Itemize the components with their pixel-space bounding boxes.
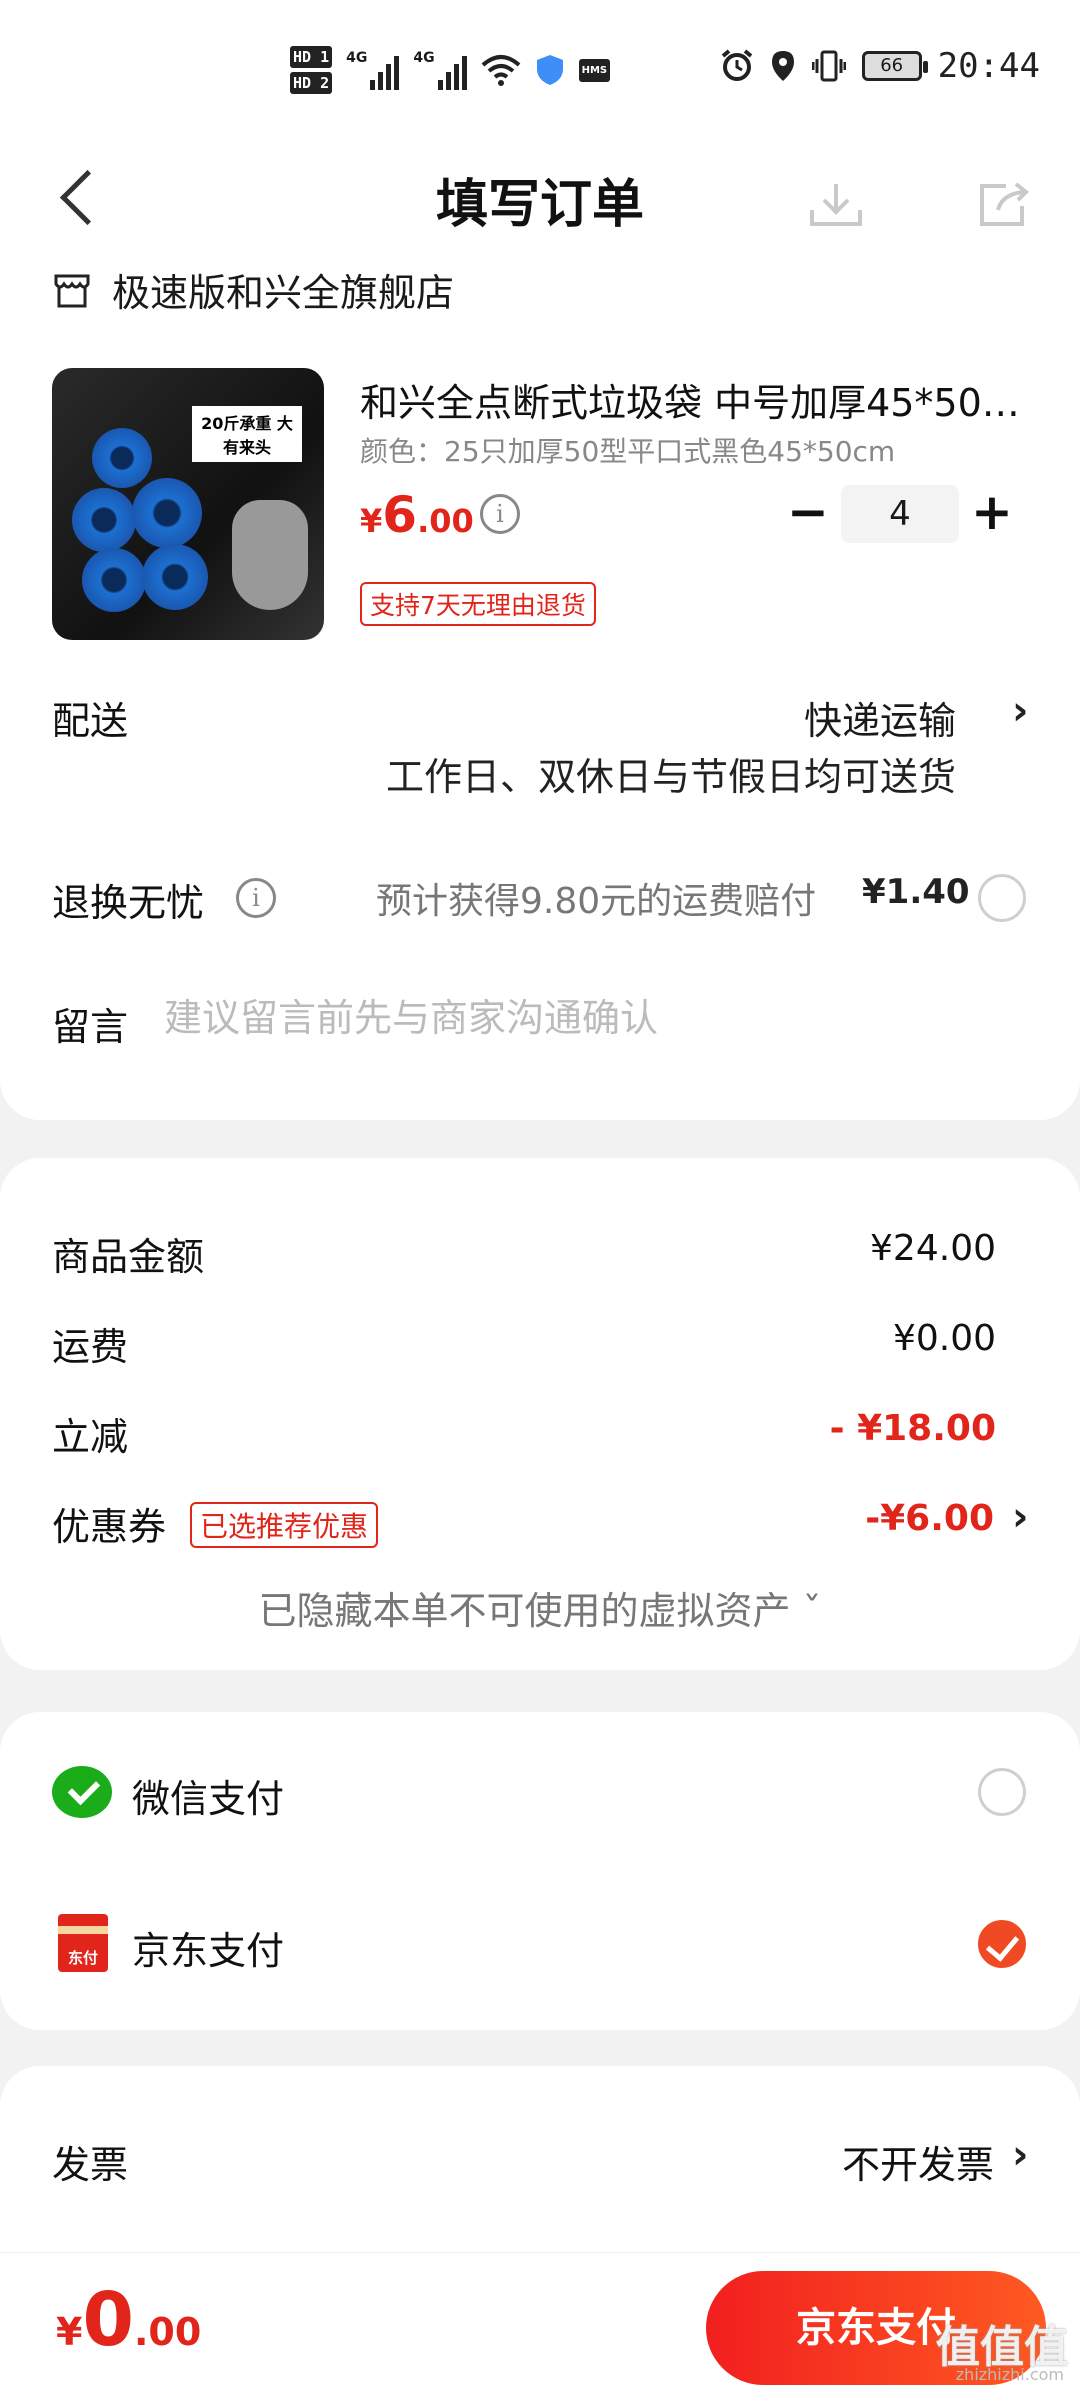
price-currency: ¥ xyxy=(360,502,383,540)
jd-pay-icon-text: 东付 xyxy=(67,1949,98,1967)
total-dec: .00 xyxy=(133,2310,202,2354)
alarm-icon xyxy=(721,49,752,81)
coupon-chevron-icon[interactable]: › xyxy=(1012,1494,1028,1540)
jd-pay-label: 京东支付 xyxy=(132,1929,285,1973)
hms-icon: HMS xyxy=(578,58,611,82)
return-policy-badge: 支持7天无理由退货 xyxy=(360,582,596,626)
signal-icon-1: 4G xyxy=(346,50,400,90)
coupon-badge: 已选推荐优惠 xyxy=(190,1502,379,1548)
network-type-2: 4G xyxy=(413,50,435,66)
network-type-1: 4G xyxy=(346,50,368,66)
total-currency: ¥ xyxy=(56,2310,83,2354)
status-bar: HD 1 HD 2 4G 4G HMS 66 20:44 xyxy=(0,38,1080,118)
shipping-value: ¥0.00 xyxy=(892,1318,996,1359)
hidden-assets-toggle[interactable]: 已隐藏本单不可使用的虚拟资产 ˇ xyxy=(0,1580,1080,1635)
product-image[interactable]: 20斤承重 大有来头 xyxy=(52,368,324,640)
delivery-value[interactable]: 快递运输 xyxy=(804,690,956,745)
vibrate-icon xyxy=(811,50,846,82)
wechat-pay-option[interactable]: 微信支付 xyxy=(0,1716,1080,1866)
wechat-pay-radio[interactable] xyxy=(978,1768,1026,1816)
page-title: 填写订单 xyxy=(435,175,644,235)
return-insurance-price: ¥1.40 xyxy=(862,872,970,912)
message-input[interactable] xyxy=(164,996,1024,1040)
return-insurance-radio[interactable] xyxy=(978,874,1026,922)
decrease-button[interactable]: − xyxy=(780,486,836,542)
product-price: ¥6.00 xyxy=(360,486,474,544)
return-insurance-info-icon[interactable]: i xyxy=(236,878,276,918)
shield-icon xyxy=(536,55,563,85)
total-int: 0 xyxy=(82,2277,134,2363)
status-left: HD 1 HD 2 4G 4G HMS xyxy=(290,46,611,94)
coupon-label: 优惠券 xyxy=(52,1505,167,1549)
store-header[interactable]: 极速版和兴全旗舰店 xyxy=(52,262,454,317)
shipping-label: 运费 xyxy=(52,1325,129,1369)
discount-label: 立减 xyxy=(52,1415,129,1459)
jd-pay-option[interactable]: 东付 京东支付 xyxy=(0,1868,1080,2018)
delivery-label: 配送 xyxy=(52,699,129,743)
wifi-icon xyxy=(481,55,520,86)
jd-pay-radio[interactable] xyxy=(978,1920,1026,1968)
invoice-chevron-icon[interactable]: › xyxy=(1012,2132,1028,2178)
battery-icon: 66 xyxy=(861,51,928,81)
store-name: 极速版和兴全旗舰店 xyxy=(112,271,455,315)
order-item-card: 极速版和兴全旗舰店 20斤承重 大有来头 和兴全点断式垃圾袋 中号加厚45*50… xyxy=(0,240,1080,1120)
quantity-input[interactable]: 4 xyxy=(841,485,959,543)
download-icon[interactable] xyxy=(808,180,864,228)
delivery-chevron-icon[interactable]: › xyxy=(1012,688,1028,734)
quantity-stepper: − 4 + xyxy=(780,484,1020,544)
clock: 20:44 xyxy=(937,46,1040,86)
goods-amount-label: 商品金额 xyxy=(52,1235,205,1279)
total-price: ¥0.00 xyxy=(56,2277,201,2363)
hd2-icon: HD 2 xyxy=(290,72,333,94)
increase-button[interactable]: + xyxy=(964,486,1020,542)
invoice-value[interactable]: 不开发票 xyxy=(842,2134,994,2189)
goods-amount-value: ¥24.00 xyxy=(870,1228,996,1269)
return-insurance-desc: 预计获得9.80元的运费赔付 xyxy=(376,881,817,922)
product-name[interactable]: 和兴全点断式垃圾袋 中号加厚45*50cm xyxy=(360,372,1030,427)
wechat-pay-icon xyxy=(52,1766,112,1818)
shop-icon xyxy=(54,274,90,307)
delivery-note: 工作日、双休日与节假日均可送货 xyxy=(385,755,956,799)
invoice-label: 发票 xyxy=(52,2143,129,2187)
return-insurance-label: 退换无忧 xyxy=(52,881,205,925)
price-info-icon[interactable]: i xyxy=(480,494,520,534)
watermark-url: zhizhizhi.com xyxy=(955,2365,1064,2384)
discount-value: - ¥18.00 xyxy=(829,1408,996,1449)
product-spec[interactable]: 颜色：25只加厚50型平口式黑色45*50cm xyxy=(360,430,895,470)
bottom-checkout-bar: ¥0.00 京东支付 值值值 zhizhizhi.com xyxy=(0,2252,1080,2400)
location-icon xyxy=(771,51,794,81)
jd-pay-icon: 东付 xyxy=(58,1914,108,1972)
hd1-icon: HD 1 xyxy=(290,46,333,68)
status-right: 66 20:44 xyxy=(720,46,1040,86)
product-image-tag: 20斤承重 大有来头 xyxy=(192,406,302,462)
nav-bar: 填写订单 xyxy=(0,150,1080,250)
hd-icons: HD 1 HD 2 xyxy=(290,46,333,94)
price-int: 6 xyxy=(382,486,418,544)
coupon-value[interactable]: -¥6.00 xyxy=(865,1498,994,1539)
price-dec: .00 xyxy=(417,502,474,540)
wechat-pay-label: 微信支付 xyxy=(132,1777,285,1821)
signal-icon-2: 4G xyxy=(413,50,467,90)
message-label: 留言 xyxy=(52,1005,129,1049)
product-image-bag xyxy=(232,500,308,610)
share-icon[interactable] xyxy=(976,180,1032,228)
